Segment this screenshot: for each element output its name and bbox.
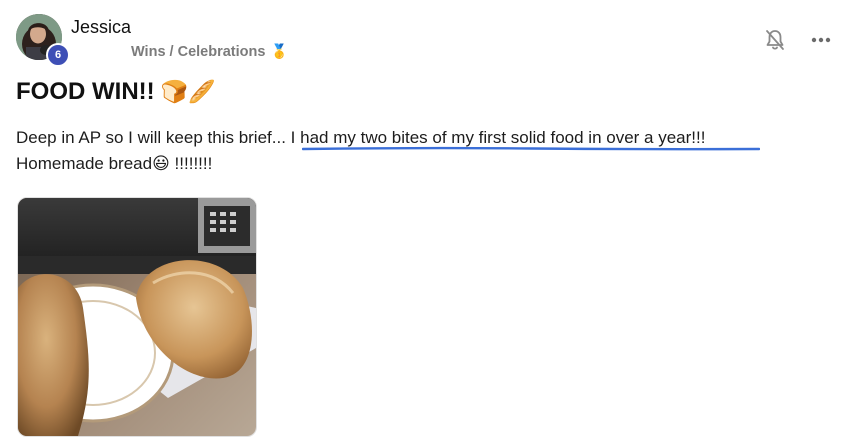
body-line2: Homemade bread: [16, 154, 153, 173]
level-badge: 6: [46, 43, 70, 67]
post-category[interactable]: Wins / Celebrations 🥇: [131, 43, 288, 60]
post-body: Deep in AP so I will keep this brief... …: [16, 125, 836, 177]
more-horizontal-icon: [811, 37, 831, 43]
post-image[interactable]: [17, 197, 257, 437]
body-end: !!!!!!!!: [174, 154, 213, 173]
author-avatar[interactable]: 6: [16, 14, 70, 67]
body-intro: Deep in AP so I will keep this brief...: [16, 128, 286, 147]
bread-photo: [18, 198, 256, 436]
body-highlight: I had my two bites of my first solid foo…: [290, 128, 706, 147]
notification-toggle-button[interactable]: [764, 28, 786, 52]
bread-emoji-icon: 🍞🥖: [160, 79, 216, 104]
bell-off-icon: [766, 30, 784, 50]
post-card: 6 Jessica Wins / Celebrations 🥇 FOOD WIN…: [0, 0, 858, 446]
post-title: FOOD WIN!! 🍞🥖: [16, 78, 215, 106]
post-title-text: FOOD WIN!!: [16, 78, 155, 105]
medal-icon: 🥇: [270, 43, 288, 59]
smiley-emoji-icon: 😃: [152, 154, 170, 173]
author-name[interactable]: Jessica: [71, 17, 131, 38]
category-label: Wins / Celebrations: [131, 43, 266, 60]
more-options-button[interactable]: [807, 28, 835, 52]
